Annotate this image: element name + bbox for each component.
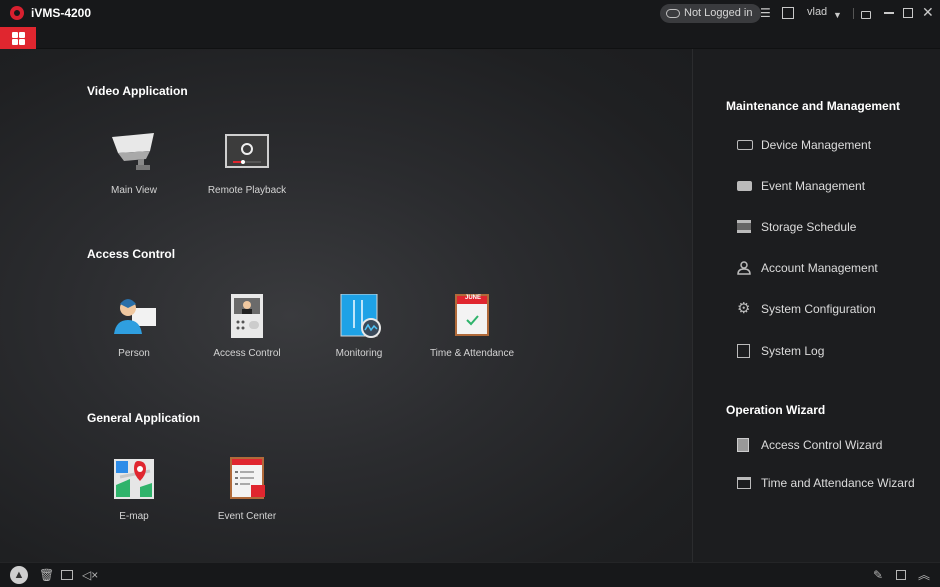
lock-icon[interactable] — [861, 11, 871, 19]
app-label: E-map — [119, 511, 149, 522]
divider — [853, 8, 854, 19]
user-icon — [737, 261, 751, 275]
mute-icon[interactable]: ◁× — [82, 568, 98, 582]
side-item-label: System Configuration — [761, 302, 876, 316]
cloud-icon — [666, 9, 680, 18]
app-time-attendance[interactable]: JUNE Time & Attendance — [412, 294, 532, 359]
app-label: Monitoring — [335, 348, 383, 359]
trash-icon[interactable]: 🗑 — [39, 568, 54, 582]
alarm-icon[interactable]: ▲ — [10, 566, 28, 584]
side-item-label: Time and Attendance Wizard — [761, 476, 915, 490]
gear-icon: ⚙ — [737, 300, 751, 317]
close-icon[interactable]: ✕ — [922, 5, 934, 19]
title-bar: iVMS-4200 Not Logged in ☰ vlad ▼ ✕ — [0, 0, 940, 27]
app-event-center[interactable]: Event Center — [187, 457, 307, 522]
side-item-label: Storage Schedule — [761, 220, 857, 234]
pin-icon[interactable]: ✎ — [873, 568, 883, 582]
playback-icon — [223, 131, 271, 175]
minimize-icon[interactable] — [884, 12, 894, 14]
section-title-access: Access Control — [87, 247, 176, 261]
door-station-icon — [223, 294, 271, 338]
app-label: Access Control — [213, 348, 281, 359]
monitoring-icon — [335, 293, 383, 338]
section-title-video: Video Application — [87, 84, 188, 98]
calendar-icon — [737, 477, 751, 489]
tab-bar — [0, 27, 940, 49]
side-item-label: System Log — [761, 344, 825, 358]
app-label: Person — [118, 348, 150, 359]
app-remote-playback[interactable]: Remote Playback — [187, 131, 307, 196]
grid-icon — [11, 31, 25, 45]
door-icon — [737, 438, 749, 452]
storage-icon — [737, 220, 751, 233]
app-emap[interactable]: E-map — [74, 457, 194, 522]
app-person[interactable]: Person — [74, 294, 194, 359]
app-main-view[interactable]: Main View — [74, 131, 194, 196]
side-item-label: Device Management — [761, 138, 872, 152]
map-icon — [110, 457, 158, 501]
app-access-control[interactable]: Access Control — [187, 294, 307, 359]
login-status-button[interactable]: Not Logged in — [660, 4, 761, 23]
app-label: Main View — [111, 185, 157, 196]
maximize-icon[interactable] — [903, 8, 913, 18]
expand-up-icon[interactable]: ︽ — [918, 568, 930, 582]
device-icon — [737, 140, 753, 150]
app-logo-icon — [10, 6, 24, 20]
app-label: Event Center — [217, 511, 277, 522]
side-item-label: Access Control Wizard — [761, 438, 883, 452]
app-label: Time & Attendance — [429, 348, 515, 359]
app-label: Remote Playback — [207, 185, 287, 196]
side-panel: Maintenance and Management Device Manage… — [692, 49, 940, 562]
section-title-general: General Application — [87, 411, 200, 425]
login-status-label: Not Logged in — [684, 7, 753, 19]
window-icon[interactable] — [896, 570, 906, 580]
app-title: iVMS-4200 — [31, 6, 92, 20]
person-icon — [110, 294, 158, 338]
menu-list-icon[interactable]: ☰ — [760, 6, 771, 20]
maintenance-title: Maintenance and Management — [726, 99, 901, 113]
user-name[interactable]: vlad — [807, 6, 827, 18]
wizard-title: Operation Wizard — [726, 403, 826, 417]
event-icon — [737, 181, 752, 191]
home-tab[interactable] — [0, 27, 36, 49]
calendar-month: JUNE — [465, 295, 482, 301]
event-center-icon — [223, 457, 271, 501]
chevron-down-icon[interactable]: ▼ — [833, 8, 842, 22]
side-item-label: Event Management — [761, 179, 866, 193]
calendar-icon: JUNE — [448, 294, 496, 338]
main-panel: Video Application Main View Remote Playb… — [0, 49, 692, 562]
log-icon — [737, 344, 750, 358]
image-monitor-icon[interactable] — [782, 7, 794, 19]
image-icon[interactable] — [61, 570, 73, 580]
status-bar: ▲ 🗑 ◁× ✎ ︽ — [0, 562, 940, 587]
app-monitoring[interactable]: Monitoring — [299, 293, 419, 359]
side-item-label: Account Management — [761, 261, 878, 275]
camera-icon — [110, 131, 158, 175]
